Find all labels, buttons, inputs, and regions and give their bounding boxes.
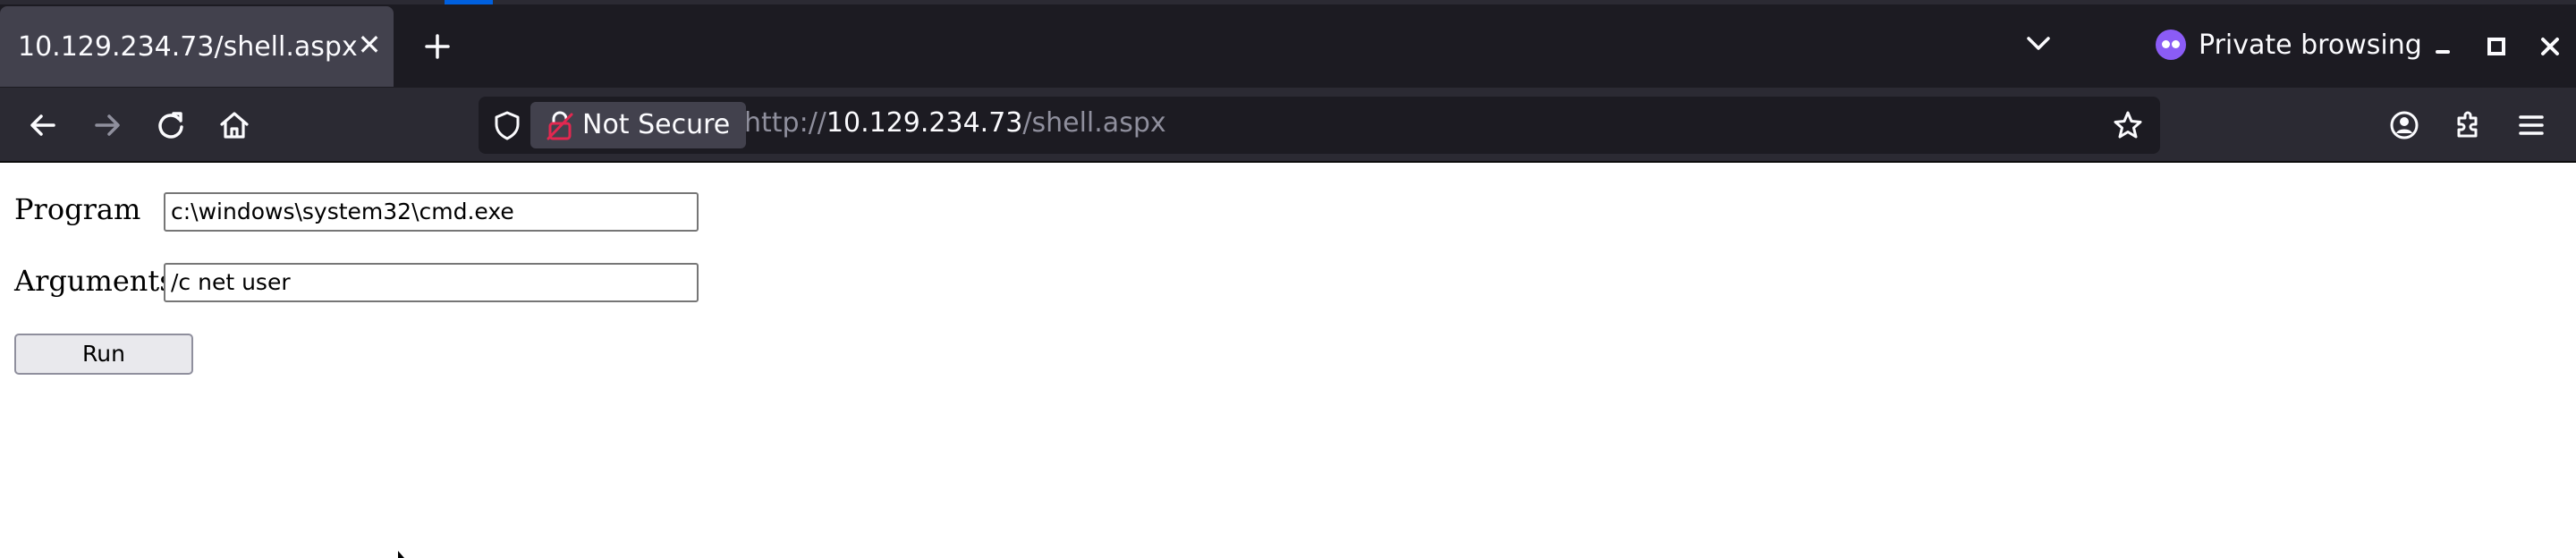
extensions-icon[interactable] xyxy=(2448,106,2487,145)
private-browsing-icon xyxy=(2156,30,2186,60)
tab-strip-accent xyxy=(445,0,493,4)
arguments-input[interactable]: /c net user xyxy=(164,263,699,302)
program-label: Program xyxy=(14,192,141,226)
tab-title: 10.129.234.73/shell.aspx xyxy=(18,31,358,63)
private-browsing-indicator: Private browsing xyxy=(2156,27,2422,63)
back-icon[interactable] xyxy=(23,106,63,145)
run-button[interactable]: Run xyxy=(14,334,193,375)
url-host: 10.129.234.73 xyxy=(826,107,1023,139)
reload-icon[interactable] xyxy=(151,106,191,145)
account-icon[interactable] xyxy=(2385,106,2424,145)
tab-list-icon[interactable] xyxy=(2023,32,2054,54)
tab-strip: 10.129.234.73/shell.aspx ✕ Private brows… xyxy=(0,0,2576,88)
url-scheme: http:// xyxy=(744,107,826,139)
site-security-button[interactable]: Not Secure xyxy=(530,102,747,148)
tab-close-icon[interactable]: ✕ xyxy=(356,30,383,59)
mouse-cursor-icon xyxy=(398,551,404,558)
active-tab[interactable]: 10.129.234.73/shell.aspx ✕ xyxy=(0,6,394,87)
arguments-label: Arguments xyxy=(14,264,174,298)
url-text[interactable]: http://10.129.234.73/shell.aspx xyxy=(744,107,1166,139)
menu-icon[interactable] xyxy=(2512,106,2551,145)
page-content: Program c:\windows\system32\cmd.exe Argu… xyxy=(0,163,2576,558)
program-input[interactable]: c:\windows\system32\cmd.exe xyxy=(164,192,699,232)
close-window-icon[interactable] xyxy=(2534,30,2566,63)
home-icon[interactable] xyxy=(215,106,254,145)
navigation-toolbar: Not Secure http://10.129.234.73/shell.as… xyxy=(0,88,2576,163)
star-icon[interactable] xyxy=(2112,109,2144,141)
address-bar[interactable]: Not Secure http://10.129.234.73/shell.as… xyxy=(479,97,2160,154)
url-path: /shell.aspx xyxy=(1022,107,1166,139)
not-secure-label: Not Secure xyxy=(582,109,731,140)
minimize-icon[interactable] xyxy=(2427,30,2459,63)
lock-icon xyxy=(547,111,573,140)
tab-strip-top-line xyxy=(0,0,2576,4)
shield-icon[interactable] xyxy=(491,109,523,141)
forward-icon[interactable] xyxy=(88,106,127,145)
new-tab-icon[interactable] xyxy=(419,29,455,64)
maximize-icon[interactable] xyxy=(2480,30,2512,63)
private-browsing-label: Private browsing xyxy=(2199,29,2422,61)
